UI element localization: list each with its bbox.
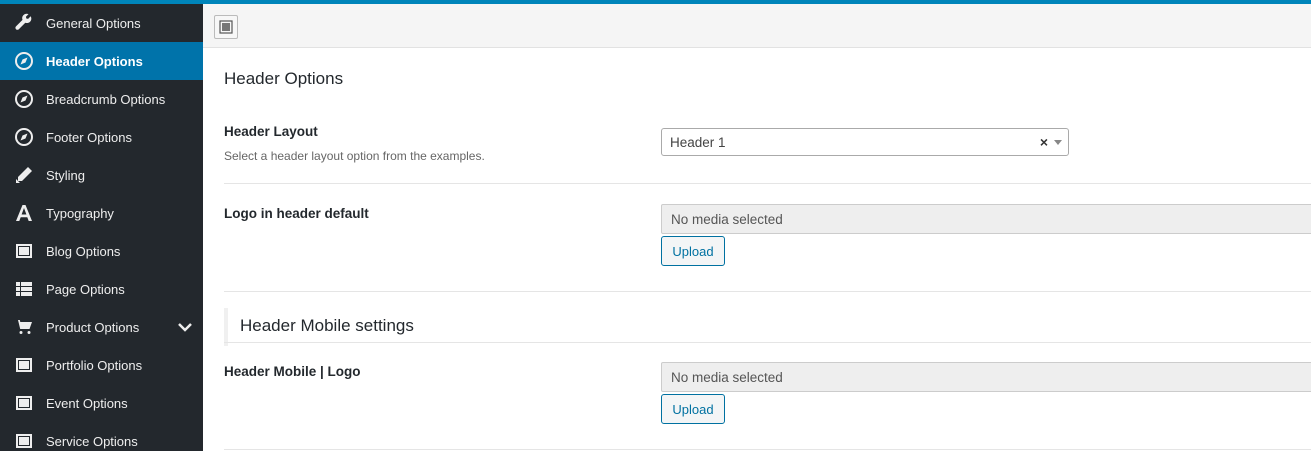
sidebar-item-styling[interactable]: Styling (0, 156, 203, 194)
divider (224, 291, 1311, 292)
sidebar-item-label: Service Options (46, 433, 138, 449)
sidebar-item-label: Breadcrumb Options (46, 91, 166, 107)
sidebar-item-label: Footer Options (46, 129, 132, 145)
sidebar-item-label: Portfolio Options (46, 357, 143, 373)
sidebar-item-general-options[interactable]: General Options (0, 4, 203, 42)
options-sidebar: General Options Header Options Breadcrum… (0, 4, 203, 451)
cart-icon (14, 317, 34, 337)
window-icon (14, 241, 34, 261)
sidebar-item-breadcrumb-options[interactable]: Breadcrumb Options (0, 80, 203, 118)
divider (224, 342, 1311, 343)
sidebar-item-page-options[interactable]: Page Options (0, 270, 203, 308)
sidebar-item-portfolio-options[interactable]: Portfolio Options (0, 346, 203, 384)
dropdown-arrow-icon[interactable] (1054, 140, 1062, 145)
clear-icon[interactable]: × (1040, 134, 1048, 150)
sidebar-item-label: Event Options (46, 395, 128, 411)
compass-icon (14, 51, 34, 71)
sidebar-item-event-options[interactable]: Event Options (0, 384, 203, 422)
window-icon (14, 393, 34, 413)
sidebar-item-label: Page Options (46, 281, 125, 297)
window-icon (14, 431, 34, 451)
divider (224, 183, 1311, 184)
mobile-logo-upload-button[interactable]: Upload (661, 394, 725, 424)
logo-default-label: Logo in header default (224, 206, 369, 221)
header-layout-select[interactable]: Header 1 × (661, 128, 1069, 156)
wrench-icon (14, 13, 34, 33)
sidebar-item-label: Product Options (46, 319, 140, 335)
sidebar-item-label: General Options (46, 15, 141, 31)
section-title: Header Options (224, 69, 344, 88)
sidebar-item-service-options[interactable]: Service Options (0, 422, 203, 451)
header-layout-label: Header Layout (224, 124, 318, 139)
divider (224, 449, 1311, 450)
list-icon (14, 279, 34, 299)
mobile-section-title: Header Mobile settings (240, 316, 414, 335)
mobile-logo-label: Header Mobile | Logo (224, 364, 361, 379)
expand-toggle-button[interactable] (214, 15, 238, 39)
sidebar-item-label: Header Options (46, 53, 143, 69)
header-layout-description: Select a header layout option from the e… (224, 149, 485, 163)
compass-icon (14, 89, 34, 109)
sidebar-item-footer-options[interactable]: Footer Options (0, 118, 203, 156)
sidebar-item-label: Blog Options (46, 243, 121, 259)
window-icon (14, 355, 34, 375)
pencil-icon (14, 165, 34, 185)
typography-icon (14, 203, 34, 223)
panel-icon (219, 20, 233, 34)
mobile-logo-media-field[interactable]: No media selected (661, 362, 1311, 392)
sidebar-item-typography[interactable]: Typography (0, 194, 203, 232)
sidebar-item-product-options[interactable]: Product Options (0, 308, 203, 346)
options-panel: Header Options Header Layout Select a he… (203, 4, 1311, 451)
compass-icon (14, 127, 34, 147)
logo-default-media-field[interactable]: No media selected (661, 204, 1311, 234)
logo-default-upload-button[interactable]: Upload (661, 236, 725, 266)
select-value: Header 1 (670, 134, 726, 150)
sidebar-item-label: Styling (46, 167, 86, 183)
panel-toolbar (203, 4, 1311, 48)
sidebar-item-header-options[interactable]: Header Options (0, 42, 203, 80)
chevron-down-icon[interactable] (177, 319, 193, 335)
sidebar-item-blog-options[interactable]: Blog Options (0, 232, 203, 270)
sidebar-item-label: Typography (46, 205, 114, 221)
